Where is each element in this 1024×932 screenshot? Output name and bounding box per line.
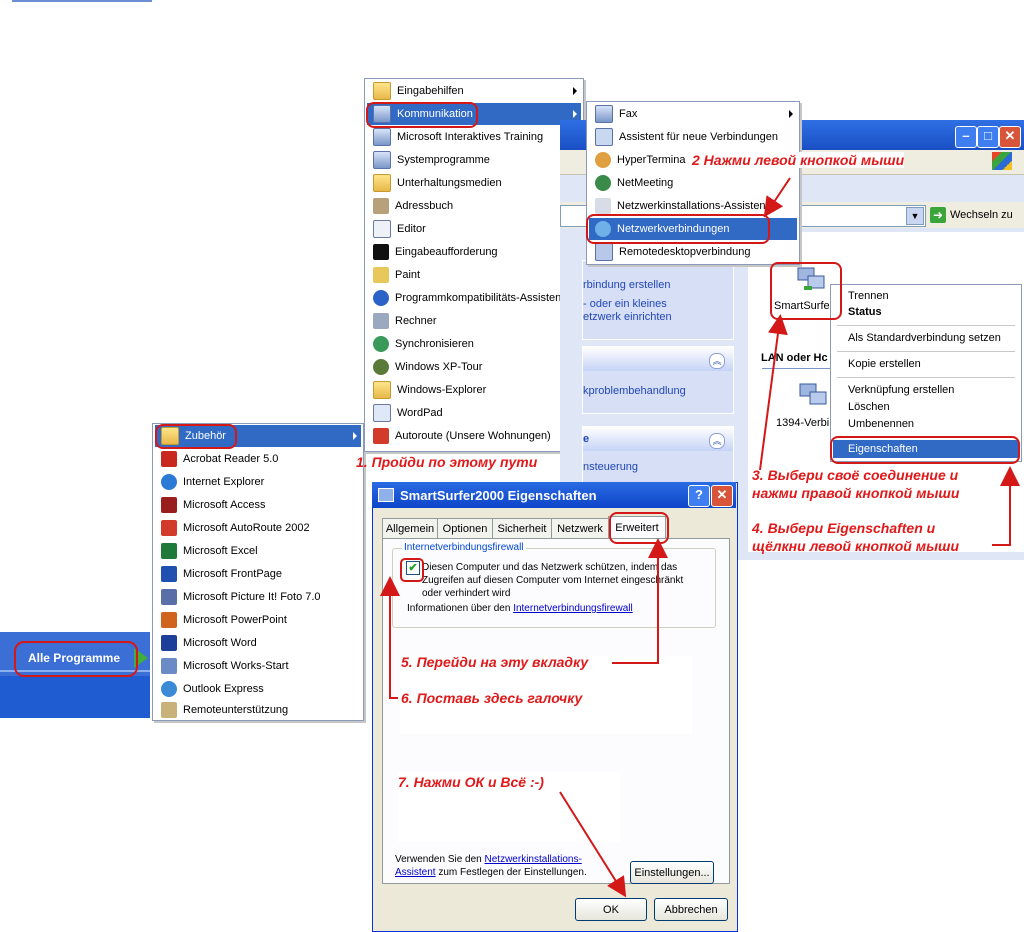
annotation-step4b: щёлкни левой кнопкой мыши [752, 538, 960, 554]
annotation-step3b: нажми правой кнопкой мыши [752, 485, 960, 501]
annotation-step1: 1. Пройди по этому пути [356, 454, 538, 470]
annotation-step3a: 3. Выбери своё соединение и [752, 467, 959, 483]
annotation-step7: 7. Нажми ОК и Всё :-) [398, 774, 544, 790]
annotation-step2: 2 Нажми левой кнопкой мыши [692, 152, 905, 168]
annotation-step5: 5. Перейди на эту вкладку [401, 654, 589, 670]
annotation-step4a: 4. Выбери Eigenschaften и [752, 520, 936, 536]
annotation-step6: 6. Поставь здесь галочку [401, 690, 583, 706]
